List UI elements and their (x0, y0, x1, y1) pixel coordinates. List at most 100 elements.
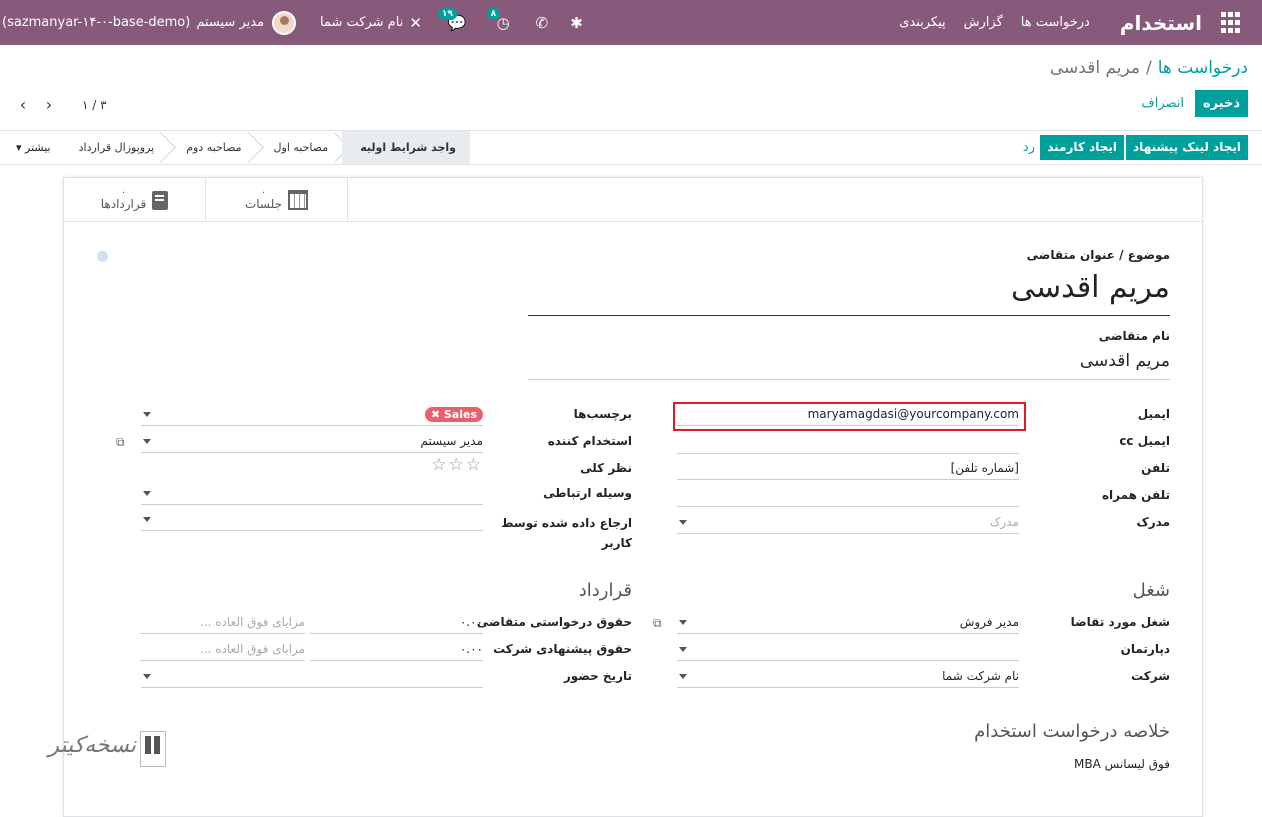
status-bar: ایجاد لینک پیشنهاد ایجاد کارمند رد ▾ بیش… (0, 131, 1262, 165)
recruiter-label: استخدام کننده (547, 434, 632, 448)
watermark-text: نسخه‌کیتر (48, 733, 136, 758)
button-box: ۰ جلسات ۰ قراردادها (64, 178, 1202, 222)
degree-select[interactable]: مدرک (677, 512, 1019, 534)
tools-icon[interactable]: ✕ (409, 14, 422, 32)
menu-configuration[interactable]: پیکربندی (899, 15, 945, 30)
job-value: مدیر فروش (959, 615, 1019, 629)
expected-salary-value: ۰.۰۰ (459, 615, 483, 629)
chevron-down-icon (679, 520, 687, 525)
summary-text[interactable]: فوق لیسانس MBA (528, 754, 1170, 776)
stage-pipeline: ▾ بیشتر پروپوزال قرارداد مصاحبه دوم مصاح… (6, 131, 470, 164)
contracts-text: ۰ قراردادها (100, 187, 147, 212)
subject-label: موضوع / عنوان متقاضی (1026, 248, 1170, 262)
external-link-icon[interactable]: ⧉ (116, 435, 125, 450)
stage-contract-proposal[interactable]: پروپوزال قرارداد (61, 131, 169, 164)
expected-salary-label: حقوق درخواستی متقاضی (476, 615, 632, 629)
applicant-name-value: مریم اقدسی (1079, 351, 1170, 371)
phone-icon[interactable]: ✆ (536, 14, 549, 32)
chevron-down-icon (143, 439, 151, 444)
chevron-down-icon (143, 674, 151, 679)
company-value: نام شرکت شما (942, 669, 1019, 683)
department-select[interactable] (677, 639, 1019, 661)
proposed-salary-input[interactable]: ۰.۰۰ (310, 639, 483, 661)
mobile-label: تلفن همراه (1101, 488, 1170, 502)
refuse-button[interactable]: رد (1023, 140, 1035, 155)
email-cc-label: ایمیل cc (1119, 434, 1170, 448)
referred-label-line-1: ارجاع داده شده توسط (501, 516, 632, 530)
watermark-mark-icon (140, 731, 166, 767)
breadcrumb-separator: / (1145, 58, 1152, 78)
tag-remove-icon[interactable]: ✖ (431, 408, 440, 421)
contracts-smart-button[interactable]: ۰ قراردادها (64, 178, 206, 222)
menu-reporting[interactable]: گزارش (964, 15, 1003, 30)
tag-sales-label: Sales (443, 408, 477, 421)
pager: ‹ › ۱ / ۳ (10, 95, 107, 114)
user-name[interactable]: مدیر سیستم (196, 15, 264, 30)
chevron-down-icon (143, 517, 151, 522)
mobile-input[interactable] (677, 485, 1019, 507)
expected-extra-input[interactable]: مزایای فوق العاده ... (140, 612, 305, 634)
stage-second-interview[interactable]: مصاحبه دوم (168, 131, 255, 164)
tag-sales: ✖ Sales (424, 407, 483, 422)
save-button[interactable]: ذخیره (1194, 90, 1248, 117)
phone-value: [شماره تلفن] (950, 461, 1019, 475)
chevron-down-icon (143, 491, 151, 496)
availability-date-input[interactable] (141, 666, 483, 688)
create-employee-button[interactable]: ایجاد کارمند (1040, 135, 1124, 160)
job-select[interactable]: مدیر فروش (677, 612, 1019, 634)
pager-value[interactable]: ۱ / ۳ (82, 98, 107, 112)
messages-icon[interactable]: 💬 ۱۹ (437, 7, 467, 32)
proposed-salary-label: حقوق پیشنهادی شرکت (493, 642, 632, 656)
pager-previous-icon[interactable]: ‹ (10, 95, 36, 114)
phone-label: تلفن (1141, 461, 1170, 475)
email-cc-input[interactable] (677, 432, 1019, 454)
contracts-count: ۰ (120, 187, 127, 198)
summary-value: فوق لیسانس MBA (1074, 757, 1170, 771)
breadcrumb-current: مریم اقدسی (1049, 58, 1140, 78)
discard-button[interactable]: انصراف (1141, 96, 1184, 111)
chevron-down-icon (143, 412, 151, 417)
referred-label-line-2: کاربر (601, 536, 632, 550)
summary-section-title: خلاصه درخواست استخدام (974, 721, 1170, 742)
company-select[interactable]: نام شرکت شما (677, 666, 1019, 688)
evaluation-stars[interactable]: ☆☆☆ (431, 455, 483, 475)
referred-label: ارجاع داده شده توسط کاربر (501, 513, 632, 553)
subject-value: مریم اقدسی (1010, 270, 1170, 305)
bug-icon[interactable]: ✱ (570, 14, 583, 32)
meetings-count: ۰ (260, 187, 267, 198)
referred-select[interactable] (141, 509, 483, 531)
applicant-name-input[interactable]: مریم اقدسی (528, 348, 1170, 380)
applicant-name-label: نام متقاضی (1098, 329, 1170, 343)
expected-salary-input[interactable]: ۰.۰۰ (310, 612, 483, 634)
breadcrumb-applications[interactable]: درخواست ها (1158, 58, 1248, 78)
stage-initial-qualification[interactable]: واجد شرایط اولیه (342, 131, 470, 164)
more-stages-dropdown[interactable]: ▾ بیشتر (6, 131, 61, 164)
medium-select[interactable] (141, 483, 483, 505)
expected-extra-placeholder: مزایای فوق العاده ... (200, 615, 305, 629)
company-switcher[interactable]: نام شرکت شما (320, 15, 403, 30)
pager-next-icon[interactable]: › (36, 95, 62, 114)
chevron-down-icon (679, 647, 687, 652)
user-avatar[interactable] (272, 10, 297, 35)
watermark-logo: نسخه‌کیتر (24, 731, 166, 775)
department-label: دپارتمان (1120, 642, 1170, 656)
proposed-extra-input[interactable]: مزایای فوق العاده ... (140, 639, 305, 661)
stage-first-interview[interactable]: مصاحبه اول (256, 131, 343, 164)
top-navbar: استخدام درخواست ها گزارش پیکربندی (sazma… (0, 0, 1262, 45)
recruiter-select[interactable]: مدیر سیستم (141, 431, 483, 453)
apps-menu-icon[interactable] (1218, 11, 1240, 34)
phone-input[interactable]: [شماره تلفن] (677, 458, 1019, 480)
job-external-link-icon[interactable]: ⧉ (653, 616, 662, 631)
app-brand[interactable]: استخدام (1120, 11, 1202, 35)
chevron-down-icon (679, 674, 687, 679)
subject-input[interactable]: مریم اقدسی (528, 268, 1170, 316)
menu-applications[interactable]: درخواست ها (1021, 15, 1090, 30)
availability-label: تاریخ حضور (563, 669, 632, 683)
activity-clock-icon[interactable]: ◷ ۸ (486, 7, 510, 32)
meetings-smart-button[interactable]: ۰ جلسات (206, 178, 348, 222)
database-name: (sazmanyar-۱۴-۰-base-demo) (2, 15, 191, 30)
contracts-label: قراردادها (100, 197, 147, 211)
proposed-salary-value: ۰.۰۰ (459, 642, 483, 656)
create-offer-link-button[interactable]: ایجاد لینک پیشنهاد (1126, 135, 1248, 160)
priority-dot[interactable] (97, 251, 108, 262)
